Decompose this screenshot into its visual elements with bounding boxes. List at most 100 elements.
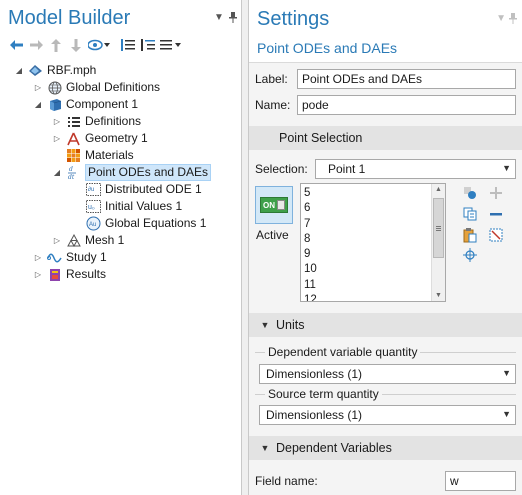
tree-item-mesh-1[interactable]: ▷ Mesh 1 [51, 232, 124, 249]
tree-item-results[interactable]: ▷ Results [32, 266, 106, 283]
list-item[interactable]: 7 [304, 217, 317, 232]
toggle-text: ON [263, 200, 275, 210]
svg-text:d: d [69, 166, 73, 173]
list-item[interactable]: 10 [304, 262, 317, 277]
pin-icon[interactable] [229, 12, 237, 26]
tree-item-distributed-ode-1[interactable]: ∂u Distributed ODE 1 [71, 181, 202, 198]
svg-text:dt: dt [68, 174, 75, 180]
listbox-scrollbar[interactable]: ▲ ▼ [431, 184, 445, 301]
tree-label: Results [66, 267, 107, 281]
remove-icon[interactable] [487, 205, 505, 223]
label-input[interactable]: Point ODEs and DAEs [297, 69, 516, 89]
arrow-left-icon[interactable] [6, 36, 26, 54]
model-file-icon [28, 63, 43, 78]
tree-options-icon[interactable] [158, 36, 184, 54]
panel-menu-icon[interactable]: ▼ [214, 12, 224, 23]
tree-item-initial-values-1[interactable]: u₀ Initial Values 1 [71, 198, 182, 215]
paste-icon[interactable] [461, 226, 479, 244]
section-collapse-icon: ▼ [260, 443, 270, 453]
list-item[interactable]: 6 [304, 201, 317, 216]
active-label: Active [256, 228, 289, 242]
show-more-options-icon[interactable] [86, 36, 112, 54]
tree-expanded-icon[interactable]: ◢ [13, 65, 25, 77]
list-item[interactable]: 12 [304, 293, 317, 301]
settings-subtitle: Point ODEs and DAEs [257, 40, 398, 56]
arrow-down-icon[interactable] [66, 36, 86, 54]
mesh-icon [66, 233, 81, 248]
tree-collapsed-icon[interactable]: ▷ [32, 82, 44, 94]
tree-item-global-equations-1[interactable]: Au Global Equations 1 [71, 215, 206, 232]
collapse-all-icon[interactable] [118, 36, 138, 54]
svg-text:u₀: u₀ [88, 204, 95, 211]
section-collapse-icon: ▼ [260, 320, 270, 330]
tree-expanded-icon[interactable]: ◢ [51, 167, 63, 179]
svg-text:Au: Au [89, 222, 96, 228]
model-builder-title: Model Builder [8, 7, 131, 29]
source-term-quantity-combobox[interactable]: Dimensionless (1) ▼ [259, 405, 516, 425]
list-item[interactable]: 11 [304, 278, 317, 293]
active-toggle-button[interactable]: ON [255, 186, 293, 224]
tree-label: Component 1 [66, 97, 139, 111]
tree-label: Mesh 1 [85, 233, 125, 247]
field-name-input[interactable]: w [445, 471, 516, 491]
globe-icon [47, 80, 62, 95]
expand-all-icon[interactable] [138, 36, 158, 54]
tree-label: Distributed ODE 1 [105, 182, 202, 196]
copy-icon[interactable] [461, 205, 479, 223]
tree-label: Materials [85, 148, 134, 162]
selection-listbox[interactable]: 5 6 7 8 9 10 11 12 ▲ ▼ [300, 183, 446, 302]
tree-collapsed-icon[interactable]: ▷ [51, 235, 63, 247]
add-icon[interactable] [487, 184, 505, 202]
tree-item-definitions[interactable]: ▷ Definitions [51, 113, 141, 130]
materials-icon [66, 148, 81, 163]
scrollbar-thumb[interactable] [433, 198, 444, 258]
panel-menu-icon[interactable]: ▼ [496, 13, 506, 24]
scroll-down-icon[interactable]: ▼ [435, 292, 442, 299]
combo-value: Dimensionless (1) [266, 408, 363, 422]
initial-values-icon: u₀ [86, 199, 101, 214]
zoom-to-selection-icon[interactable] [461, 246, 479, 264]
tree-label: Study 1 [66, 250, 107, 264]
arrow-right-icon[interactable] [26, 36, 46, 54]
dependent-variables-section-header[interactable]: ▼ Dependent Variables [249, 436, 522, 460]
tree-collapsed-icon[interactable]: ▷ [32, 269, 44, 281]
scroll-up-icon[interactable]: ▲ [435, 186, 442, 193]
ode-icon: d dt [66, 165, 81, 180]
tree-expanded-icon[interactable]: ◢ [32, 99, 44, 111]
tree-label: Initial Values 1 [105, 199, 183, 213]
tree-label: Point ODEs and DAEs [85, 164, 212, 181]
study-icon [47, 250, 62, 265]
section-title: Units [276, 318, 305, 332]
name-field-label: Name: [255, 98, 291, 112]
chevron-down-icon: ▼ [502, 368, 511, 378]
tree-item-study-1[interactable]: ▷ Study 1 [32, 249, 107, 266]
arrow-up-icon[interactable] [46, 36, 66, 54]
tree-collapsed-icon[interactable]: ▷ [51, 116, 63, 128]
tree-item-materials[interactable]: Materials [51, 147, 134, 164]
point-selection-section-header[interactable]: Point Selection [249, 126, 522, 150]
tree-item-geometry-1[interactable]: ▷ Geometry 1 [51, 130, 148, 147]
tree-item-global-definitions[interactable]: ▷ Global Definitions [32, 79, 160, 96]
tree-label: Global Definitions [66, 80, 161, 94]
name-input[interactable]: pode [297, 95, 516, 115]
pin-icon[interactable] [509, 13, 517, 27]
list-item[interactable]: 9 [304, 247, 317, 262]
tree-item-point-odes-and-daes[interactable]: ◢ d dt Point ODEs and DAEs [51, 164, 212, 181]
combo-value: Dimensionless (1) [266, 367, 363, 381]
list-item[interactable]: 5 [304, 186, 317, 201]
settings-title: Settings [257, 8, 330, 30]
dependent-variable-quantity-combobox[interactable]: Dimensionless (1) ▼ [259, 364, 516, 384]
global-equations-icon: Au [86, 216, 101, 231]
paste-selection-icon[interactable] [461, 184, 479, 202]
tree-collapsed-icon[interactable]: ▷ [51, 133, 63, 145]
tree-collapsed-icon[interactable]: ▷ [32, 252, 44, 264]
section-title: Dependent Variables [276, 441, 392, 455]
tree-item-component-1[interactable]: ◢ Component 1 [32, 96, 138, 113]
model-builder-panel: Model Builder ▼ ◢ RBF.mph ▷ Global Defin… [0, 0, 242, 495]
units-section-header[interactable]: ▼ Units [249, 313, 522, 337]
selection-combobox[interactable]: Point 1 ▼ [315, 159, 516, 179]
selection-label: Selection: [255, 162, 308, 176]
clear-selection-icon[interactable] [487, 226, 505, 244]
list-item[interactable]: 8 [304, 232, 317, 247]
tree-item-rbf-mph[interactable]: ◢ RBF.mph [13, 62, 96, 79]
